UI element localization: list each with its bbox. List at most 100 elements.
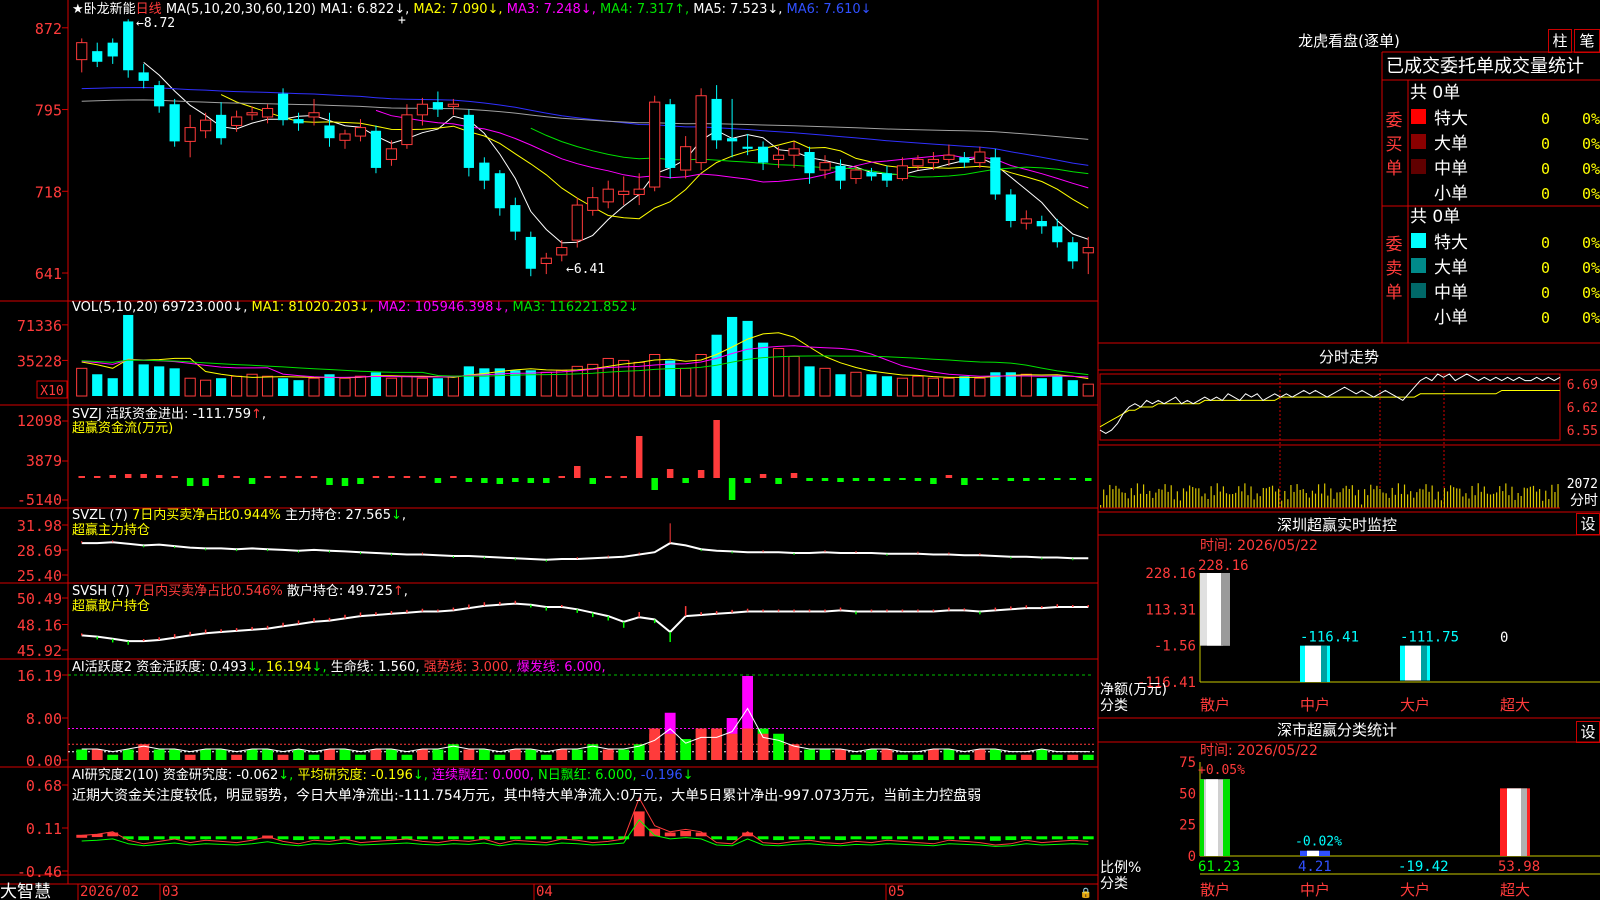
research-bar-down bbox=[757, 836, 769, 840]
intraday-volume-bar bbox=[1133, 495, 1135, 508]
volume-bar-up bbox=[788, 355, 800, 397]
svsh-subtitle: 超赢散户持仓 bbox=[72, 598, 150, 614]
intraday-volume-bar bbox=[1146, 493, 1148, 508]
intraday-volume-bar bbox=[1127, 498, 1129, 508]
date-label: 2026/02 bbox=[80, 884, 139, 900]
intraday-volume-bar bbox=[1228, 494, 1231, 508]
fund-flow-bar-in bbox=[558, 476, 566, 478]
candle-up-body bbox=[308, 112, 320, 118]
intraday-volume-bar bbox=[1265, 488, 1267, 508]
activity-bar bbox=[866, 749, 877, 760]
fund-flow-bar-out bbox=[744, 478, 751, 483]
sz-monitor-value-label: 0 bbox=[1500, 630, 1508, 646]
fund-flow-bar-out bbox=[992, 478, 999, 480]
intraday-volume-bar bbox=[1284, 490, 1286, 508]
activity-bar bbox=[509, 749, 521, 760]
sell-row-count: 0 bbox=[1541, 284, 1550, 302]
candle-up-body bbox=[261, 107, 274, 118]
sz-class-settings-button[interactable]: 设 bbox=[1576, 721, 1600, 743]
volume-bar-up bbox=[943, 377, 955, 397]
fund-flow-bar-out bbox=[651, 478, 658, 490]
volume-bar-up bbox=[1020, 373, 1032, 397]
svsh-axis-tick: 45.92 bbox=[17, 642, 62, 660]
activity-bar bbox=[602, 749, 614, 760]
volume-bar-up bbox=[76, 367, 88, 397]
sz-class-top-label: -0.02% bbox=[1295, 835, 1342, 850]
intraday-volume-bar bbox=[1431, 485, 1433, 508]
candle-up-body bbox=[587, 197, 599, 211]
research-bar-down bbox=[231, 836, 243, 840]
research-bar-down bbox=[215, 836, 227, 840]
sz-monitor-ylabel: 净额(万元) bbox=[1100, 682, 1167, 698]
volume-bar-down bbox=[138, 364, 149, 396]
sell-color-swatch bbox=[1411, 233, 1426, 248]
activity-bar bbox=[153, 749, 165, 760]
research-bar-down bbox=[943, 836, 955, 840]
research-bar-down bbox=[571, 836, 583, 840]
volume-bar-up bbox=[633, 361, 645, 397]
intraday-volume-bar bbox=[1489, 494, 1492, 508]
candle-up-body bbox=[447, 103, 459, 107]
volume-bar-down bbox=[463, 366, 474, 396]
activity-bar bbox=[1005, 754, 1017, 760]
fund-flow-bar-in bbox=[713, 420, 720, 478]
intraday-volume-bar bbox=[1247, 495, 1249, 508]
buy-row-count: 0 bbox=[1541, 185, 1550, 203]
volume-bar-down bbox=[1067, 380, 1078, 396]
activity-bar bbox=[355, 754, 366, 760]
intraday-volume-bar bbox=[1238, 486, 1240, 508]
column-mode-button[interactable]: 柱 bbox=[1548, 29, 1572, 53]
candle-down-body bbox=[494, 173, 505, 209]
fund-flow-bar-out bbox=[837, 478, 844, 482]
sz-monitor-value-label: -116.41 bbox=[1300, 630, 1359, 646]
fund-flow-bar-in bbox=[93, 476, 101, 478]
research-bar-down bbox=[1005, 836, 1017, 841]
volume-bar-up bbox=[385, 377, 398, 397]
fund-flow-bar-out bbox=[434, 478, 442, 483]
ai-axis-tick: 8.00 bbox=[26, 710, 62, 728]
intraday-volume-bar bbox=[1348, 489, 1350, 508]
sell-total: 共 0单 bbox=[1410, 207, 1460, 227]
intraday-volume-bar bbox=[1139, 493, 1142, 508]
intraday-volume-bar bbox=[1474, 495, 1476, 508]
fund-flow-bar-out bbox=[202, 478, 209, 486]
candle-up-body bbox=[927, 158, 940, 164]
candle-up-body bbox=[1020, 218, 1032, 224]
candle-down-body bbox=[479, 162, 490, 181]
sz-monitor-settings-button[interactable]: 设 bbox=[1576, 513, 1600, 535]
ai-axis-tick: 16.19 bbox=[17, 667, 62, 685]
activity-bar-hot bbox=[664, 733, 676, 760]
bar-shade bbox=[1521, 788, 1527, 856]
buy-row-pct: 0% bbox=[1582, 135, 1600, 153]
fund-flow-bar-in bbox=[233, 476, 240, 478]
intraday-volume-bar bbox=[1106, 495, 1108, 508]
activity-bar bbox=[386, 749, 397, 760]
intraday-volume-bar bbox=[1121, 492, 1123, 508]
volume-bar-down bbox=[881, 376, 893, 396]
fund-flow-bar-out bbox=[496, 478, 504, 484]
fund-flow-bar-out bbox=[821, 478, 829, 481]
intraday-volume-bar bbox=[1548, 499, 1550, 508]
activity-bar-hot bbox=[695, 728, 707, 760]
date-label: 03 bbox=[162, 884, 179, 900]
tick-mode-button[interactable]: 笔 bbox=[1574, 29, 1600, 53]
fund-flow-bar-in bbox=[78, 476, 85, 478]
intraday-volume-bar bbox=[1256, 493, 1258, 508]
bar-green-edge bbox=[1223, 779, 1230, 856]
volume-bar-down bbox=[169, 368, 180, 396]
candle-up-body bbox=[76, 42, 88, 61]
intraday-volume-bar bbox=[1333, 498, 1335, 508]
price-axis-tick: 795 bbox=[35, 102, 62, 120]
candle-up-body bbox=[943, 154, 955, 160]
intraday-volume-bar bbox=[1557, 484, 1559, 508]
intraday-volume-bar bbox=[1471, 485, 1473, 508]
price-axis-tick: 641 bbox=[35, 265, 62, 283]
intraday-volume-bar bbox=[1189, 485, 1191, 508]
volume-bar-up bbox=[339, 377, 351, 397]
intraday-volume-bar bbox=[1253, 499, 1255, 508]
sell-row-name: 中单 bbox=[1434, 283, 1468, 303]
activity-bar bbox=[215, 749, 227, 760]
sz-class-bottom-label: 61.23 bbox=[1198, 859, 1240, 875]
activity-bar bbox=[850, 754, 862, 760]
intraday-volume-bar bbox=[1210, 486, 1212, 508]
